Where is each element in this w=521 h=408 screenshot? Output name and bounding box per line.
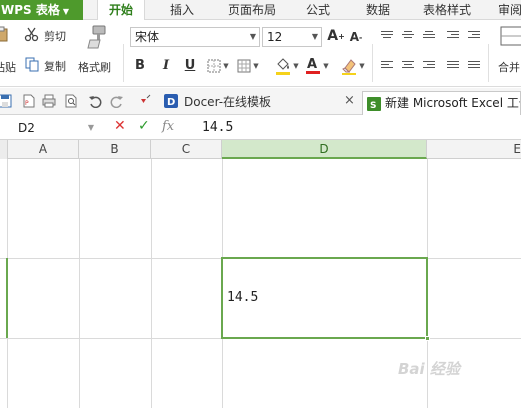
- chevron-down-icon[interactable]: ▼: [222, 62, 230, 70]
- grid-line: [79, 159, 80, 408]
- chevron-down-icon[interactable]: ▼: [292, 62, 300, 70]
- name-box-value: D2: [18, 121, 35, 135]
- save-icon[interactable]: [0, 94, 12, 108]
- close-icon[interactable]: ×: [344, 93, 355, 108]
- tab-review[interactable]: 审阅: [498, 0, 521, 20]
- print-preview-icon[interactable]: [64, 94, 78, 108]
- scissors-icon[interactable]: [24, 26, 40, 42]
- decrease-indent-icon[interactable]: [447, 31, 459, 42]
- merge-cells-icon[interactable]: [500, 24, 521, 48]
- cell-value: 14.5: [227, 290, 259, 305]
- customize-toolbar-icon[interactable]: [138, 94, 152, 108]
- clear-format-icon[interactable]: [340, 56, 358, 76]
- chevron-down-icon: ▼: [311, 32, 318, 41]
- column-headers: A B C D E: [0, 140, 521, 159]
- tab-table-style[interactable]: 表格样式: [423, 0, 471, 20]
- paste-label: 粘贴: [0, 61, 16, 74]
- excel-file-icon: S: [367, 96, 381, 115]
- confirm-edit-icon[interactable]: ✓: [138, 118, 150, 134]
- justify-icon[interactable]: [447, 61, 459, 72]
- redo-icon[interactable]: [110, 94, 124, 109]
- cancel-edit-icon[interactable]: ✕: [114, 118, 126, 134]
- bold-button[interactable]: B: [132, 57, 148, 75]
- name-box[interactable]: D2 ▼: [0, 118, 98, 138]
- font-name-value: 宋体: [135, 30, 160, 44]
- tab-home[interactable]: 开始: [97, 0, 145, 21]
- column-header-a[interactable]: A: [8, 140, 79, 159]
- merge-button[interactable]: 合并: [498, 59, 520, 75]
- column-header-c[interactable]: C: [151, 140, 222, 159]
- column-header-d[interactable]: D: [222, 140, 427, 159]
- increase-indent-icon[interactable]: [468, 31, 480, 42]
- align-center-icon[interactable]: [402, 61, 414, 72]
- increase-font-icon[interactable]: A +: [327, 27, 345, 45]
- align-middle-icon[interactable]: [402, 31, 414, 42]
- format-painter-icon[interactable]: [84, 24, 108, 50]
- column-header-b[interactable]: B: [79, 140, 151, 159]
- font-size-select[interactable]: 12 ▼: [262, 27, 322, 47]
- cell-grid-icon[interactable]: [236, 58, 252, 74]
- watermark-logo: Bai 经验: [398, 360, 460, 378]
- tab-insert[interactable]: 插入: [170, 0, 194, 20]
- ribbon-divider: [372, 44, 373, 82]
- font-name-select[interactable]: 宋体 ▼: [130, 27, 260, 47]
- formula-input[interactable]: [196, 117, 516, 138]
- font-size-value: 12: [267, 30, 283, 44]
- tab-docer-templates[interactable]: Docer-在线模板: [160, 91, 360, 115]
- copy-icon[interactable]: [24, 56, 40, 72]
- selected-cell-d2[interactable]: 14.5: [221, 257, 430, 341]
- tab-data[interactable]: 数据: [366, 0, 390, 20]
- column-header-e[interactable]: E: [427, 140, 521, 159]
- chevron-down-icon: ▼: [62, 7, 70, 16]
- align-left-icon[interactable]: [381, 61, 393, 72]
- paste-icon[interactable]: [0, 26, 10, 42]
- svg-text:A: A: [307, 57, 317, 72]
- doc-tab-label: 新建 Microsoft Excel 工作表: [385, 96, 520, 110]
- tab-page-layout[interactable]: 页面布局: [228, 0, 276, 20]
- chevron-down-icon[interactable]: ▼: [252, 62, 260, 70]
- tab-workbook[interactable]: S 新建 Microsoft Excel 工作表: [362, 91, 521, 115]
- menu-bar: WPS 表格 ▼ 开始 插入 页面布局 公式 数据 表格样式 审阅: [0, 0, 521, 21]
- app-menu-button[interactable]: WPS 表格 ▼: [0, 0, 83, 20]
- cut-button[interactable]: 剪切: [44, 28, 66, 44]
- fill-handle[interactable]: [425, 336, 430, 341]
- fill-color-icon[interactable]: [274, 56, 292, 76]
- font-color-icon[interactable]: A: [304, 55, 322, 75]
- chevron-down-icon: ▼: [249, 32, 256, 41]
- insert-function-icon[interactable]: fx: [162, 119, 174, 134]
- formula-bar: D2 ▼ ✕ ✓ fx: [0, 116, 521, 140]
- ribbon-divider: [123, 44, 124, 82]
- active-row-indicator: [6, 258, 8, 338]
- underline-button[interactable]: U: [182, 57, 198, 75]
- align-right-icon[interactable]: [423, 61, 435, 72]
- doc-tab-label: Docer-在线模板: [184, 95, 272, 109]
- decrease-font-icon[interactable]: A-: [348, 29, 364, 45]
- ribbon-divider: [488, 44, 489, 82]
- align-top-icon[interactable]: [381, 31, 393, 42]
- tab-formulas[interactable]: 公式: [306, 0, 330, 20]
- distribute-icon[interactable]: [468, 61, 480, 72]
- grid-line: [151, 159, 152, 408]
- export-pdf-icon[interactable]: P: [22, 94, 36, 108]
- border-icon[interactable]: [206, 58, 222, 74]
- undo-icon[interactable]: [88, 94, 102, 109]
- italic-button[interactable]: I: [158, 57, 174, 75]
- svg-text:P: P: [25, 100, 29, 107]
- copy-button[interactable]: 复制: [44, 58, 66, 74]
- print-icon[interactable]: [42, 94, 56, 108]
- align-bottom-icon[interactable]: [423, 31, 435, 42]
- ribbon: 粘贴 剪切 复制 格式刷 宋体 ▼ 12 ▼ A+ A- B I U ▼ ▼ ▼ A…: [0, 20, 521, 87]
- quick-access-bar: P D Docer-在线模板 × S 新建 Microsoft Excel 工作…: [0, 88, 521, 115]
- app-name: WPS 表格: [1, 3, 60, 17]
- select-all-corner[interactable]: [0, 140, 8, 159]
- chevron-down-icon[interactable]: ▼: [358, 62, 366, 70]
- svg-text:S: S: [370, 101, 376, 111]
- chevron-down-icon[interactable]: ▼: [322, 62, 330, 70]
- chevron-down-icon: ▼: [87, 123, 94, 132]
- format-painter-button[interactable]: 格式刷: [78, 59, 111, 75]
